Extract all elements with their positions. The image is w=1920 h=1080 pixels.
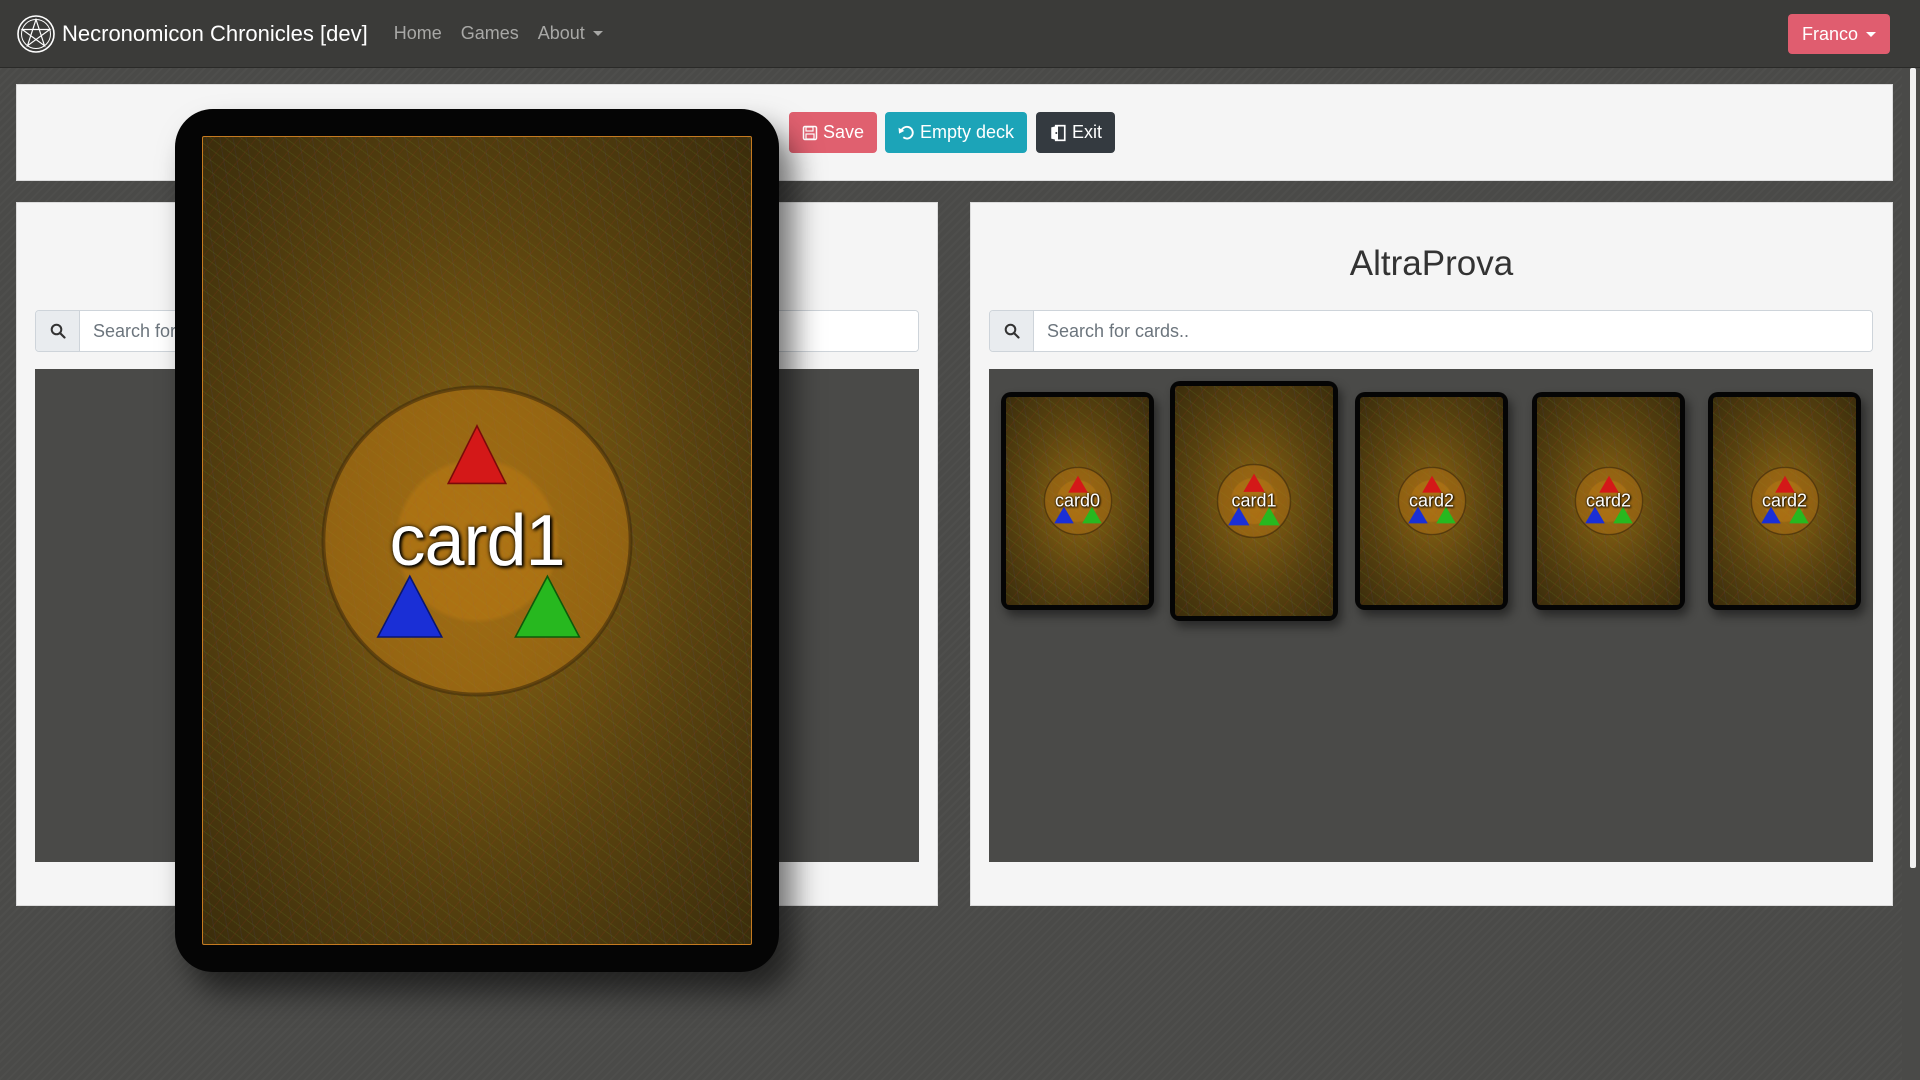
deck-card[interactable]: card1 bbox=[1170, 381, 1338, 621]
chevron-down-icon bbox=[592, 31, 603, 36]
search-icon-addon bbox=[990, 311, 1034, 351]
nav-links: Home Games About bbox=[394, 23, 622, 44]
nav-home[interactable]: Home bbox=[394, 23, 442, 44]
card-preview-name: card1 bbox=[389, 500, 565, 581]
brand[interactable]: Necronomicon Chronicles [dev] bbox=[16, 14, 368, 54]
scrollbar-thumb[interactable] bbox=[1910, 68, 1916, 868]
empty-deck-label: Empty deck bbox=[920, 122, 1015, 142]
card-name: card2 bbox=[1408, 490, 1455, 511]
deck-search-group bbox=[989, 310, 1873, 352]
card-artwork: card2 bbox=[1360, 397, 1503, 605]
undo-icon bbox=[898, 125, 914, 140]
card-name: card2 bbox=[1761, 490, 1808, 511]
card-name: card1 bbox=[1231, 490, 1277, 511]
deck-search-input[interactable] bbox=[1034, 311, 1872, 351]
search-icon bbox=[1004, 323, 1020, 339]
card-artwork: card2 bbox=[1537, 397, 1680, 605]
card-artwork: card2 bbox=[1713, 397, 1856, 605]
user-menu-button[interactable]: Franco bbox=[1787, 14, 1890, 54]
card-name: card0 bbox=[1054, 490, 1101, 511]
card-name: card2 bbox=[1585, 490, 1632, 511]
search-icon-addon bbox=[36, 311, 80, 351]
deck-title: AltraProva bbox=[1349, 244, 1514, 283]
nav-about-dropdown[interactable]: About bbox=[538, 23, 603, 44]
door-exit-icon bbox=[1051, 124, 1066, 141]
save-button[interactable]: Save bbox=[789, 112, 878, 153]
card-artwork: card1 bbox=[1175, 386, 1333, 616]
empty-deck-button[interactable]: Empty deck bbox=[885, 112, 1028, 153]
card-preview-artwork: card1 bbox=[202, 136, 752, 945]
nav-games[interactable]: Games bbox=[461, 23, 519, 44]
exit-button[interactable]: Exit bbox=[1036, 112, 1116, 153]
save-label: Save bbox=[823, 122, 865, 142]
deck-card[interactable]: card0 bbox=[1001, 392, 1154, 610]
exit-label: Exit bbox=[1072, 122, 1103, 142]
deck-card[interactable]: card2 bbox=[1532, 392, 1685, 610]
chevron-down-icon bbox=[1866, 31, 1876, 37]
nav-about-label: About bbox=[537, 23, 585, 43]
user-name: Franco bbox=[1801, 23, 1858, 44]
deck-card[interactable]: card2 bbox=[1355, 392, 1508, 610]
brand-title: Necronomicon Chronicles [dev] bbox=[62, 20, 368, 46]
card-preview: card1 bbox=[175, 109, 779, 972]
card-artwork: card0 bbox=[1006, 397, 1149, 605]
deck-card[interactable]: card2 bbox=[1708, 392, 1861, 610]
navbar: Necronomicon Chronicles [dev] Home Games… bbox=[0, 0, 1920, 68]
pentagram-logo-icon bbox=[17, 14, 55, 53]
search-icon bbox=[50, 323, 66, 339]
floppy-disk-icon bbox=[802, 125, 818, 140]
